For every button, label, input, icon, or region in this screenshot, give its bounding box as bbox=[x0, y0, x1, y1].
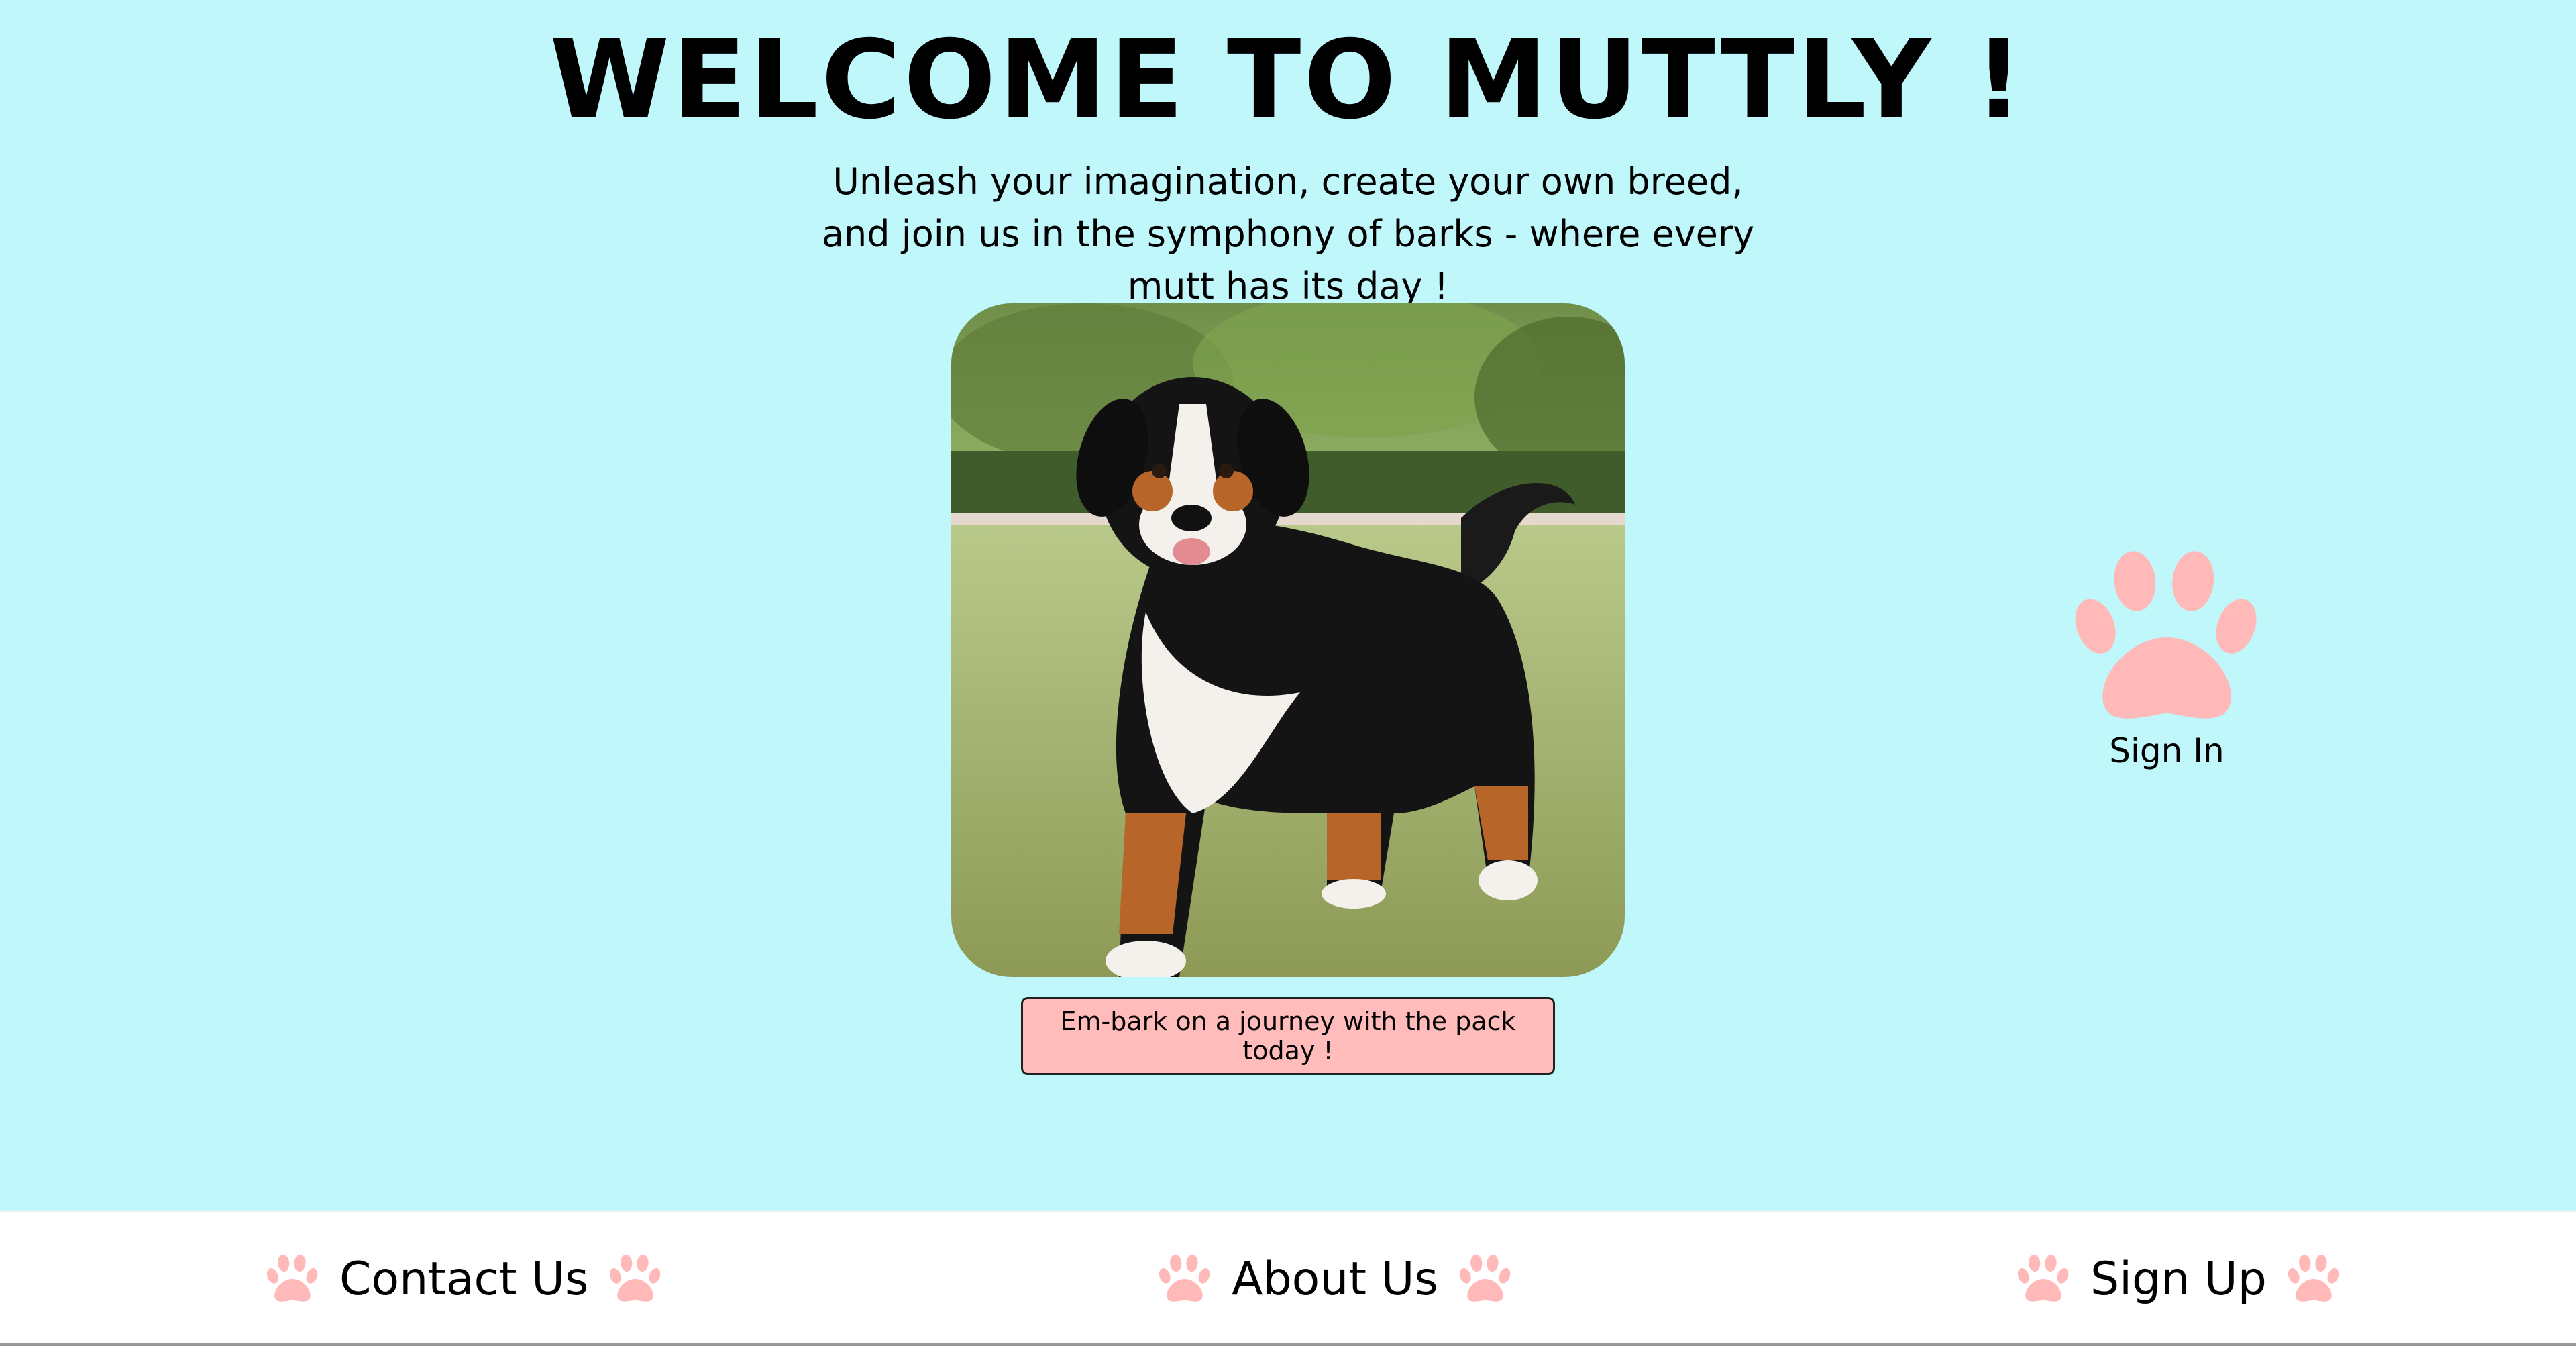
embark-cta-button[interactable]: Em-bark on a journey with the pack today… bbox=[1021, 997, 1555, 1075]
footer-divider bbox=[0, 1343, 2576, 1346]
paw-icon bbox=[2073, 550, 2261, 725]
sign-in-link[interactable]: Sign In bbox=[2066, 550, 2267, 792]
paw-icon bbox=[2017, 1255, 2070, 1303]
dog-photo bbox=[951, 303, 1625, 977]
footer: Contact Us About Us Sign Up bbox=[0, 1210, 2576, 1346]
paw-icon bbox=[1158, 1255, 1212, 1303]
footer-link-about-us[interactable]: About Us bbox=[1158, 1239, 1512, 1319]
footer-link-label: Sign Up bbox=[2090, 1252, 2267, 1306]
paw-icon bbox=[2287, 1255, 2341, 1303]
footer-link-contact-us[interactable]: Contact Us bbox=[266, 1239, 662, 1319]
hero-section: WELCOME TO MUTTLY ! Unleash your imagina… bbox=[0, 0, 2576, 1210]
paw-icon bbox=[608, 1255, 662, 1303]
sign-in-label: Sign In bbox=[2109, 731, 2224, 770]
tagline: Unleash your imagination, create your ow… bbox=[821, 160, 1755, 307]
paw-icon bbox=[1458, 1255, 1512, 1303]
page-title: WELCOME TO MUTTLY ! bbox=[549, 17, 2027, 144]
footer-link-sign-up[interactable]: Sign Up bbox=[2017, 1239, 2341, 1319]
paw-icon bbox=[266, 1255, 319, 1303]
footer-link-label: About Us bbox=[1232, 1252, 1438, 1306]
footer-link-label: Contact Us bbox=[339, 1252, 589, 1306]
